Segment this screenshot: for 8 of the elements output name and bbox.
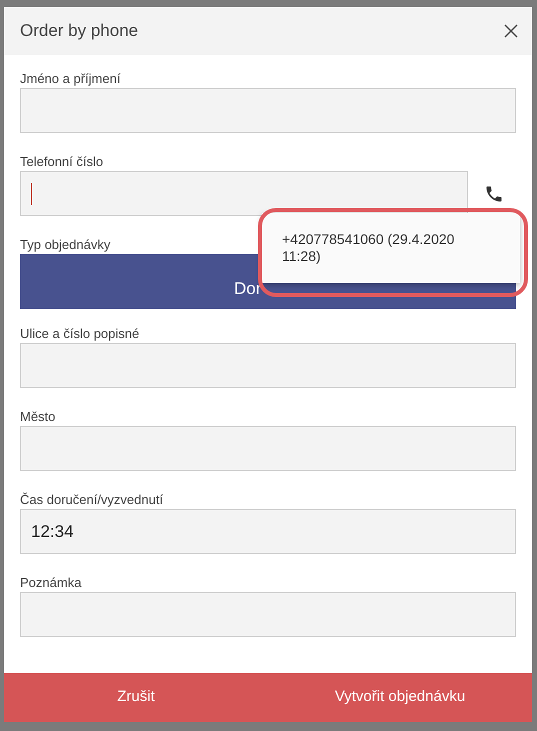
field-label: Jméno a příjmení [20,70,120,88]
field-label: Typ objednávky [20,236,110,254]
field-label: Město [20,408,56,426]
field-label: Poznámka [20,574,82,592]
field-label: Ulice a číslo popisné [20,325,140,343]
field-label: Telefonní číslo [20,153,104,171]
field-label: Čas doručení/vyzvednutí [20,491,164,509]
dialog-title: Order by phone [20,20,138,42]
